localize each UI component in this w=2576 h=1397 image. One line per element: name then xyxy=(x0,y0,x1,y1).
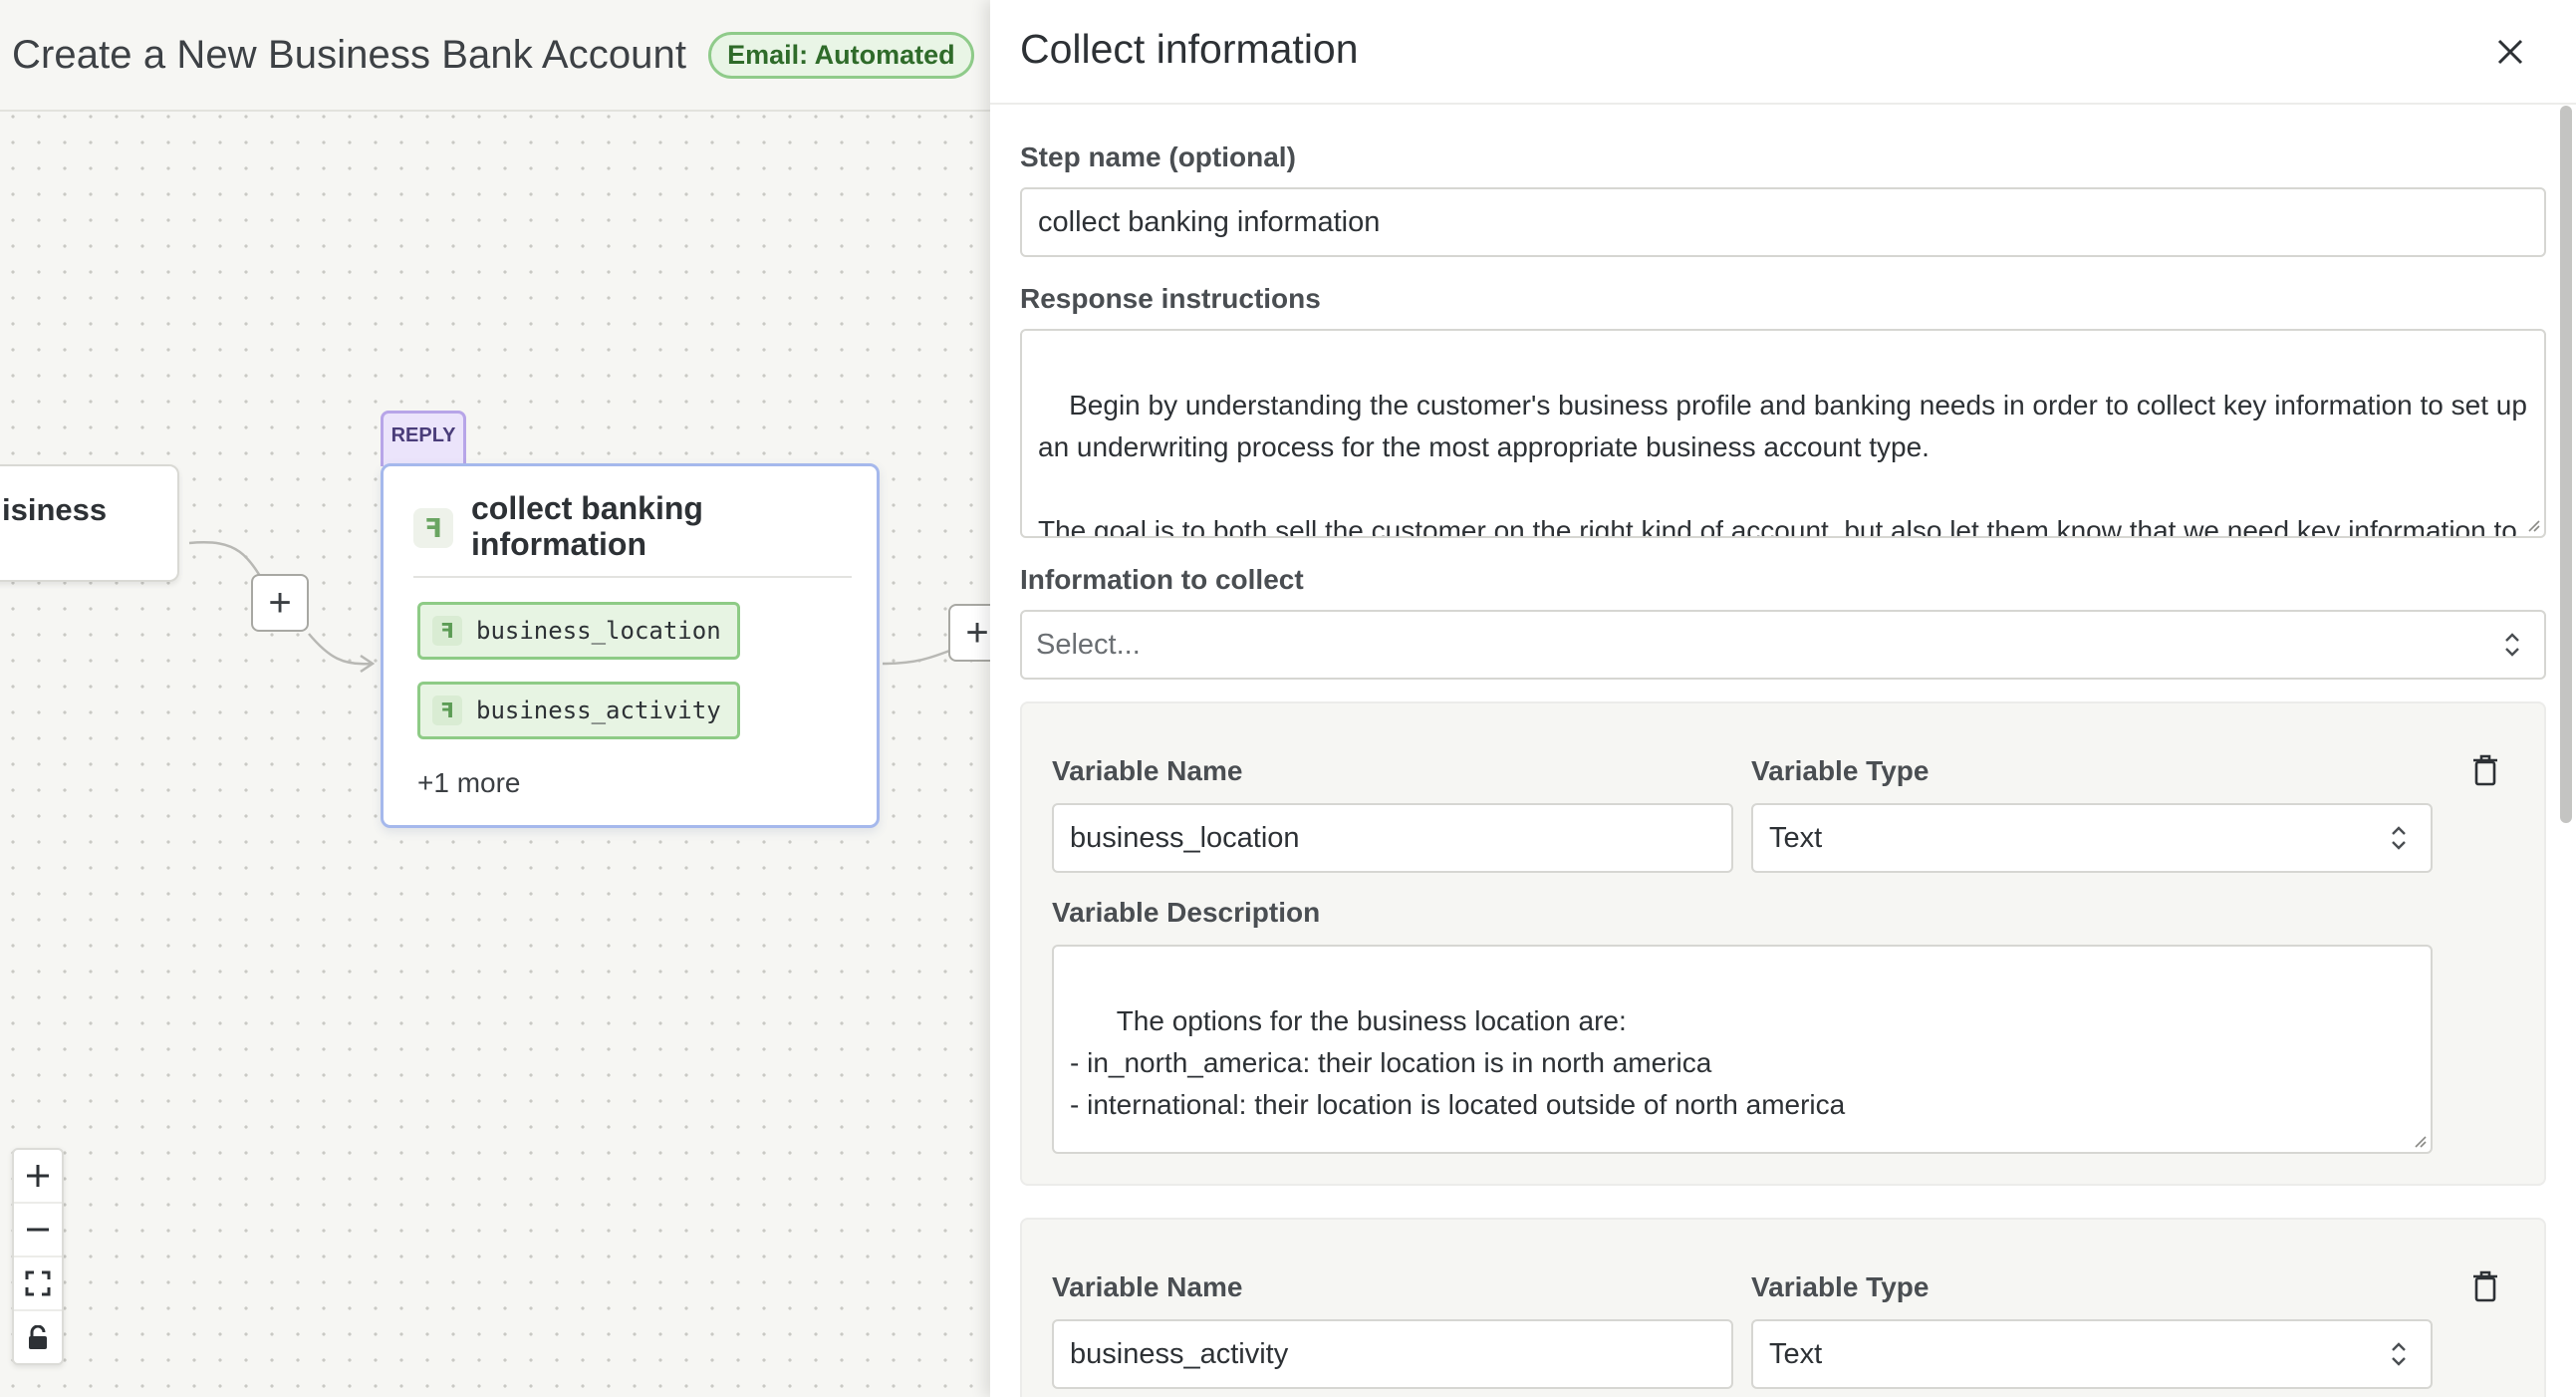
more-variables-link[interactable]: +1 more xyxy=(417,767,521,799)
variable-chip-label: business_activity xyxy=(476,697,721,724)
chevron-up-down-icon xyxy=(2392,1342,2406,1366)
variable-description-label: Variable Description xyxy=(1052,897,1321,928)
variable-description-value: The options for the business location ar… xyxy=(1070,1005,1846,1120)
variable-name-label: Variable Name xyxy=(1052,1271,1243,1302)
node-header: ꟻ collect banking information xyxy=(413,490,852,578)
variable-card: Variable Name business_location Variable… xyxy=(1020,701,2546,1186)
information-to-collect-select[interactable]: Select... xyxy=(1020,610,2546,680)
previous-step-label: isiness xyxy=(2,492,108,527)
lock-icon xyxy=(29,1325,47,1349)
zoom-controls xyxy=(12,1148,64,1365)
select-placeholder: Select... xyxy=(1036,628,1141,661)
response-instructions-textarea[interactable]: Begin by understanding the customer's bu… xyxy=(1020,329,2546,538)
variable-type-value: Text xyxy=(1769,821,1823,854)
fit-view-button[interactable] xyxy=(14,1257,62,1311)
delete-variable-icon[interactable] xyxy=(2470,1269,2500,1303)
variable-name-input[interactable]: business_activity xyxy=(1052,1319,1733,1389)
resize-handle-icon[interactable] xyxy=(2524,516,2540,532)
variable-chip-label: business_location xyxy=(476,617,721,645)
variable-name-value: business_location xyxy=(1070,821,1300,854)
lock-canvas-button[interactable] xyxy=(14,1311,62,1365)
minus-icon xyxy=(27,1228,49,1232)
variable-description-textarea[interactable]: The options for the business location ar… xyxy=(1052,945,2433,1154)
chevron-up-down-icon xyxy=(2505,633,2519,657)
variable-icon: ꟻ xyxy=(432,696,462,725)
collect-banking-node[interactable]: ꟻ collect banking information ꟻ business… xyxy=(381,463,880,828)
response-instructions-label: Response instructions xyxy=(1020,283,1321,314)
variable-card: Variable Name business_activity Variable… xyxy=(1020,1218,2546,1397)
panel-scrollbar[interactable] xyxy=(2560,106,2572,823)
flow-header: Create a New Business Bank Account Email… xyxy=(0,0,990,112)
variable-type-label: Variable Type xyxy=(1751,755,1930,786)
variable-name-input[interactable]: business_location xyxy=(1052,803,1733,873)
close-icon xyxy=(2497,39,2523,65)
flow-title: Create a New Business Bank Account xyxy=(12,32,687,77)
fit-view-icon xyxy=(25,1270,51,1296)
panel-header: Collect information xyxy=(990,0,2576,105)
variable-type-label: Variable Type xyxy=(1751,1271,1930,1302)
add-step-button-next[interactable]: + xyxy=(948,604,990,662)
close-panel-button[interactable] xyxy=(2484,26,2536,78)
variable-type-select[interactable]: Text xyxy=(1751,1319,2433,1389)
variable-type-value: Text xyxy=(1769,1337,1823,1370)
variable-type-select[interactable]: Text xyxy=(1751,803,2433,873)
previous-step-node[interactable]: isiness xyxy=(0,464,179,582)
response-instructions-value: Begin by understanding the customer's bu… xyxy=(1038,390,2527,538)
reply-step-tag: REPLY xyxy=(381,411,466,466)
zoom-out-button[interactable] xyxy=(14,1204,62,1257)
chevron-up-down-icon xyxy=(2392,826,2406,850)
node-title: collect banking information xyxy=(471,490,703,562)
zoom-in-button[interactable] xyxy=(14,1150,62,1204)
step-name-label: Step name (optional) xyxy=(1020,141,1296,172)
plus-icon xyxy=(27,1165,49,1187)
panel-title: Collect information xyxy=(1020,26,1359,72)
channel-status-badge[interactable]: Email: Automated xyxy=(708,31,974,79)
variable-chip[interactable]: ꟻ business_activity xyxy=(417,682,740,739)
collect-info-icon: ꟻ xyxy=(413,508,453,548)
variable-name-value: business_activity xyxy=(1070,1337,1289,1370)
delete-variable-icon[interactable] xyxy=(2470,753,2500,787)
step-name-value: collect banking information xyxy=(1038,205,1381,238)
variable-name-label: Variable Name xyxy=(1052,755,1243,786)
step-name-input[interactable]: collect banking information xyxy=(1020,187,2546,257)
resize-handle-icon[interactable] xyxy=(2411,1132,2427,1148)
collect-information-panel: Collect information Step name (optional)… xyxy=(990,0,2576,1397)
flow-canvas[interactable]: Create a New Business Bank Account Email… xyxy=(0,0,990,1397)
information-to-collect-label: Information to collect xyxy=(1020,564,1304,595)
variable-icon: ꟻ xyxy=(432,616,462,646)
add-step-button[interactable]: + xyxy=(251,574,309,632)
variable-chip[interactable]: ꟻ business_location xyxy=(417,602,740,660)
